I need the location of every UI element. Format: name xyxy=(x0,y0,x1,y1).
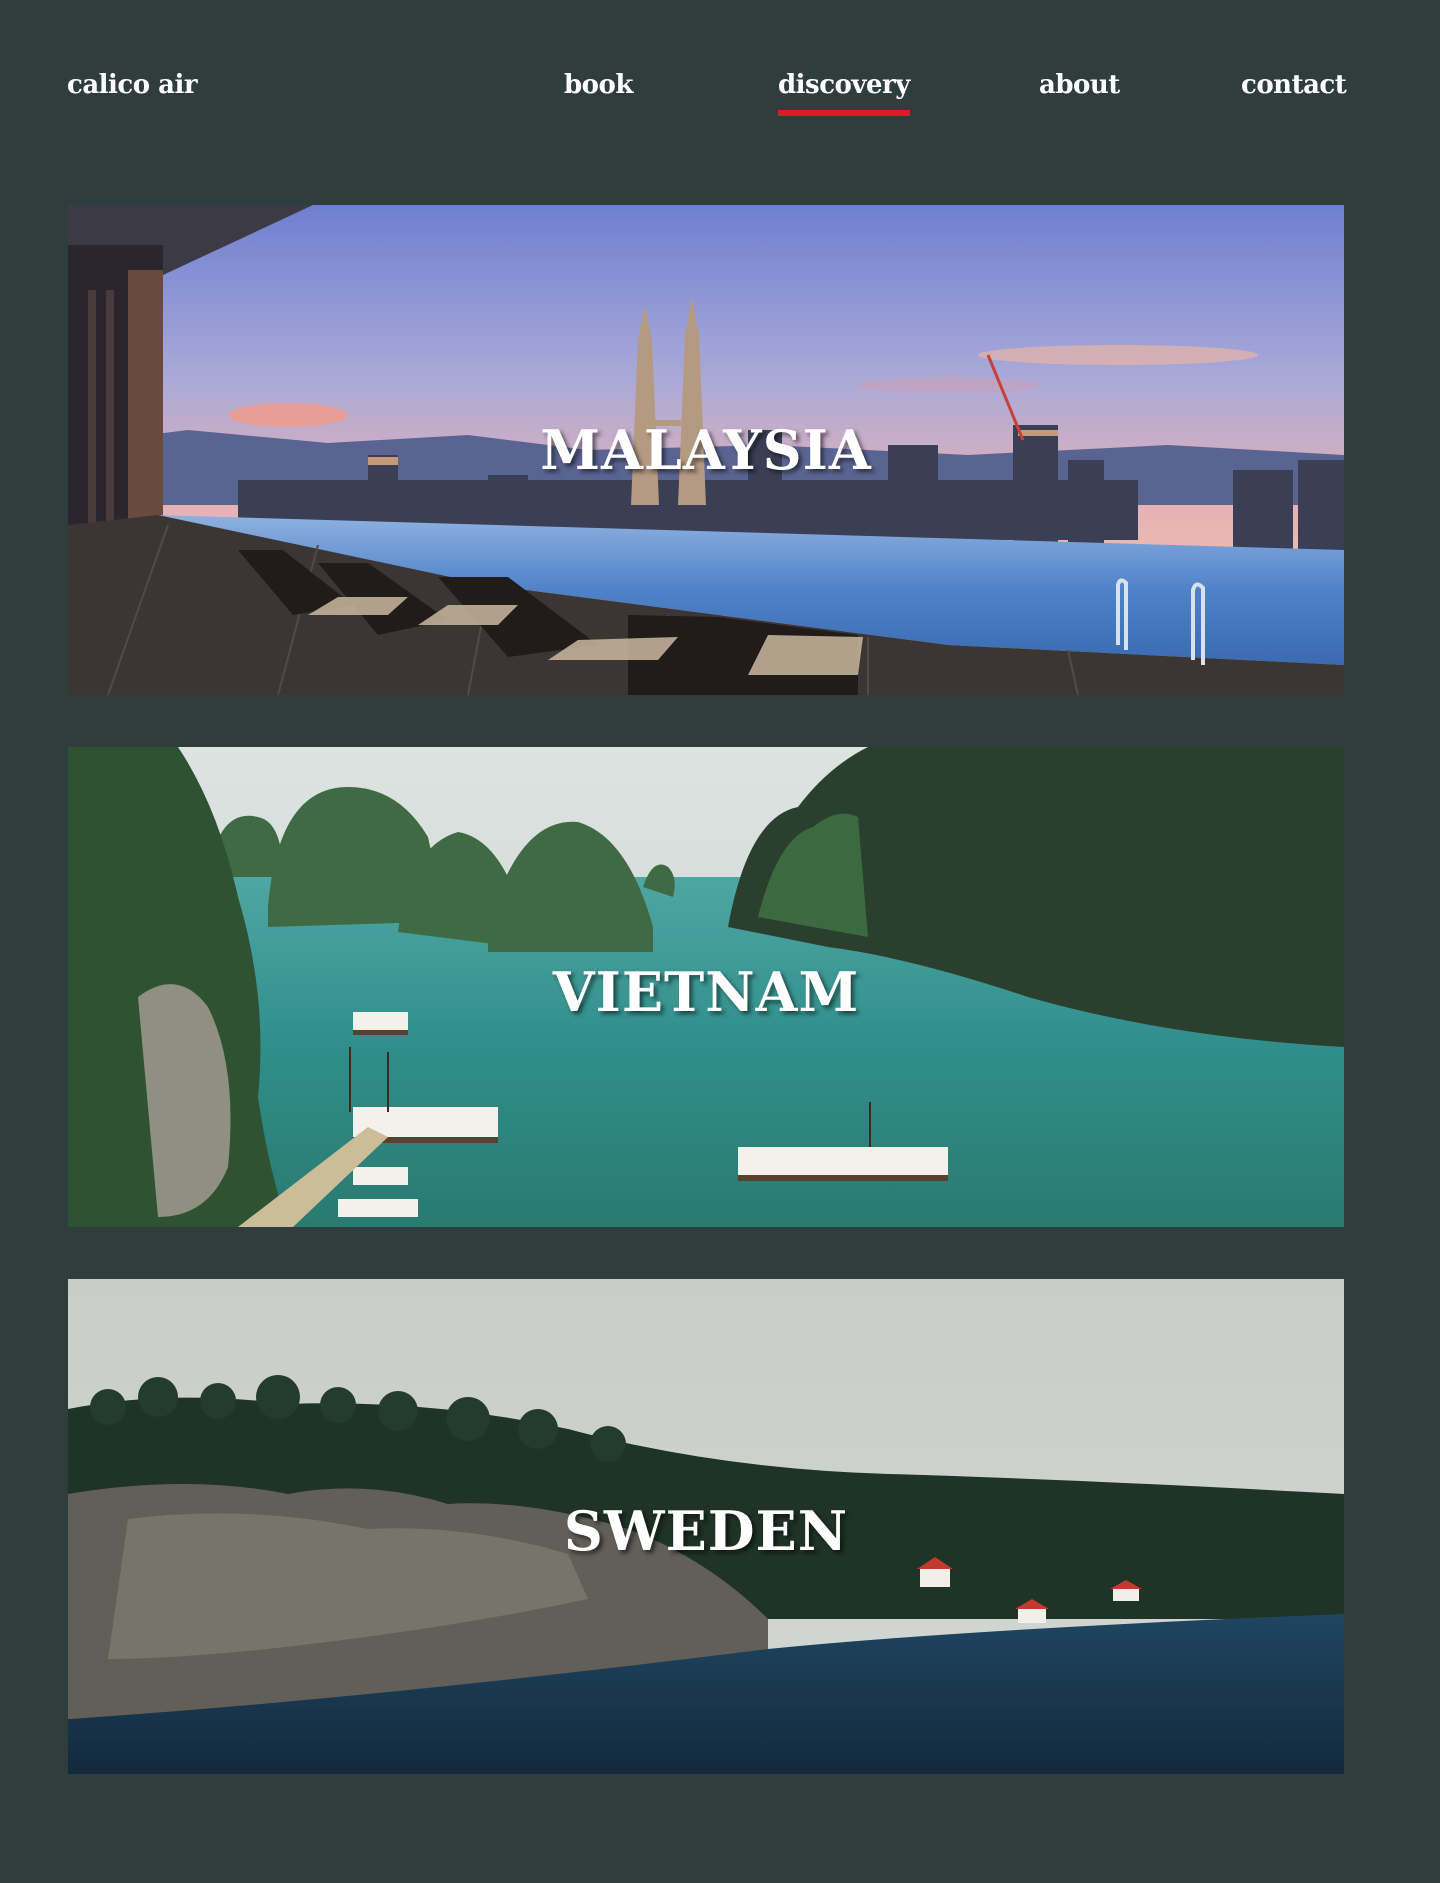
destination-label-sweden: SWEDEN xyxy=(563,1499,849,1563)
nav-link-book[interactable]: book xyxy=(564,70,633,110)
brand-logo-link[interactable]: calico air xyxy=(67,70,198,100)
destination-label-vietnam: VIETNAM xyxy=(552,960,860,1024)
nav-link-contact[interactable]: contact xyxy=(1241,70,1347,110)
nav-link-about[interactable]: about xyxy=(1039,70,1120,110)
nav-link-discovery[interactable]: discovery xyxy=(778,70,910,116)
destination-label-malaysia: MALAYSIA xyxy=(540,418,872,482)
destination-card-malaysia[interactable]: MALAYSIA xyxy=(68,205,1344,695)
top-navigation: calico air book discovery about contact xyxy=(0,0,1440,140)
destination-card-vietnam[interactable]: VIETNAM xyxy=(68,747,1344,1227)
destination-card-sweden[interactable]: SWEDEN xyxy=(68,1279,1344,1774)
